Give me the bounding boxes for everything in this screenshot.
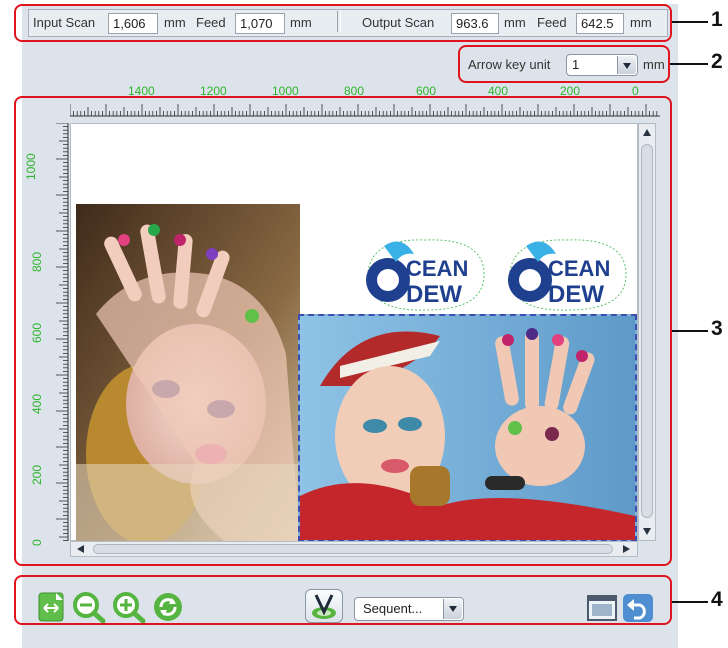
size-bar-separator xyxy=(337,11,341,32)
chevron-down-icon xyxy=(617,56,636,74)
nest-layout-icon xyxy=(312,594,336,619)
left-ruler-label: 0 xyxy=(30,539,44,546)
svg-text:CEAN: CEAN xyxy=(548,256,610,281)
scroll-right-icon[interactable] xyxy=(623,545,630,553)
scroll-down-icon[interactable] xyxy=(643,528,651,535)
vertical-scrollbar[interactable] xyxy=(638,123,656,541)
svg-text:DEW: DEW xyxy=(548,281,604,308)
callout-number-2: 2 xyxy=(711,50,723,73)
zoom-out-icon[interactable] xyxy=(72,591,106,623)
arrow-key-unit-select[interactable]: 1 xyxy=(566,54,638,76)
undo-icon[interactable] xyxy=(622,593,654,623)
horizontal-scrollbar[interactable] xyxy=(70,541,638,557)
layout-order-select[interactable]: Sequent... xyxy=(354,597,464,621)
input-scan-unit: mm xyxy=(164,15,186,30)
callout-number-1: 1 xyxy=(711,8,723,31)
top-ruler-label: 1200 xyxy=(200,84,227,98)
callout-number-4: 4 xyxy=(711,588,723,611)
portrait-image-2 xyxy=(300,316,635,540)
output-scan-unit: mm xyxy=(504,15,526,30)
scroll-left-icon[interactable] xyxy=(77,545,84,553)
arrow-key-unit-label: Arrow key unit xyxy=(468,57,551,72)
left-ruler-label: 200 xyxy=(30,464,44,485)
layout-order-value: Sequent... xyxy=(363,601,423,616)
portrait-image-1 xyxy=(76,204,300,542)
input-feed-label: Feed xyxy=(196,15,226,30)
ocean-dew-logo-1: CEAN DEW xyxy=(366,239,485,311)
ocean-dew-logo-2: CEAN DEW xyxy=(508,239,627,311)
refresh-icon[interactable] xyxy=(152,591,184,623)
callout-line-2 xyxy=(670,63,708,65)
left-ruler-label: 800 xyxy=(30,251,44,272)
input-scan-label: Input Scan xyxy=(33,15,96,30)
top-ruler-label: 1000 xyxy=(272,84,299,98)
top-ruler-label: 400 xyxy=(488,84,509,98)
top-ruler-label: 600 xyxy=(416,84,437,98)
top-ruler-label: 800 xyxy=(344,84,365,98)
left-ruler-label: 400 xyxy=(30,393,44,414)
left-ruler-label: 1000 xyxy=(24,153,38,180)
vertical-scroll-thumb[interactable] xyxy=(641,144,653,518)
callout-line-4 xyxy=(672,601,708,603)
output-scan-field[interactable]: 963.6 xyxy=(451,13,499,34)
left-ruler-label: 600 xyxy=(30,322,44,343)
arrow-key-unit-mm: mm xyxy=(643,57,665,72)
output-feed-label: Feed xyxy=(537,15,567,30)
callout-number-3: 3 xyxy=(711,317,723,340)
output-feed-field[interactable]: 642.5 xyxy=(576,13,624,34)
zoom-in-icon[interactable] xyxy=(112,591,146,623)
output-feed-unit: mm xyxy=(630,15,652,30)
fit-page-icon[interactable] xyxy=(36,591,68,623)
top-ruler-label: 1400 xyxy=(128,84,155,98)
output-scan-label: Output Scan xyxy=(362,15,435,30)
preview-window-icon[interactable] xyxy=(586,593,618,623)
horizontal-scroll-thumb[interactable] xyxy=(93,544,613,554)
top-ruler-label: 0 xyxy=(632,84,639,98)
arrow-key-unit-value: 1 xyxy=(572,57,580,72)
chevron-down-icon xyxy=(443,599,462,619)
svg-text:DEW: DEW xyxy=(406,281,462,308)
layout-mode-button[interactable] xyxy=(305,589,343,623)
input-scan-field[interactable]: 1,606 xyxy=(108,13,158,34)
top-ruler-label: 200 xyxy=(560,84,581,98)
callout-line-3 xyxy=(672,330,708,332)
input-feed-unit: mm xyxy=(290,15,312,30)
preview-image-2-selected[interactable] xyxy=(298,314,637,542)
scroll-up-icon[interactable] xyxy=(643,129,651,136)
callout-line-1 xyxy=(672,21,708,23)
preview-image-1[interactable] xyxy=(76,204,300,542)
svg-text:CEAN: CEAN xyxy=(406,256,468,281)
input-feed-field[interactable]: 1,070 xyxy=(235,13,285,34)
